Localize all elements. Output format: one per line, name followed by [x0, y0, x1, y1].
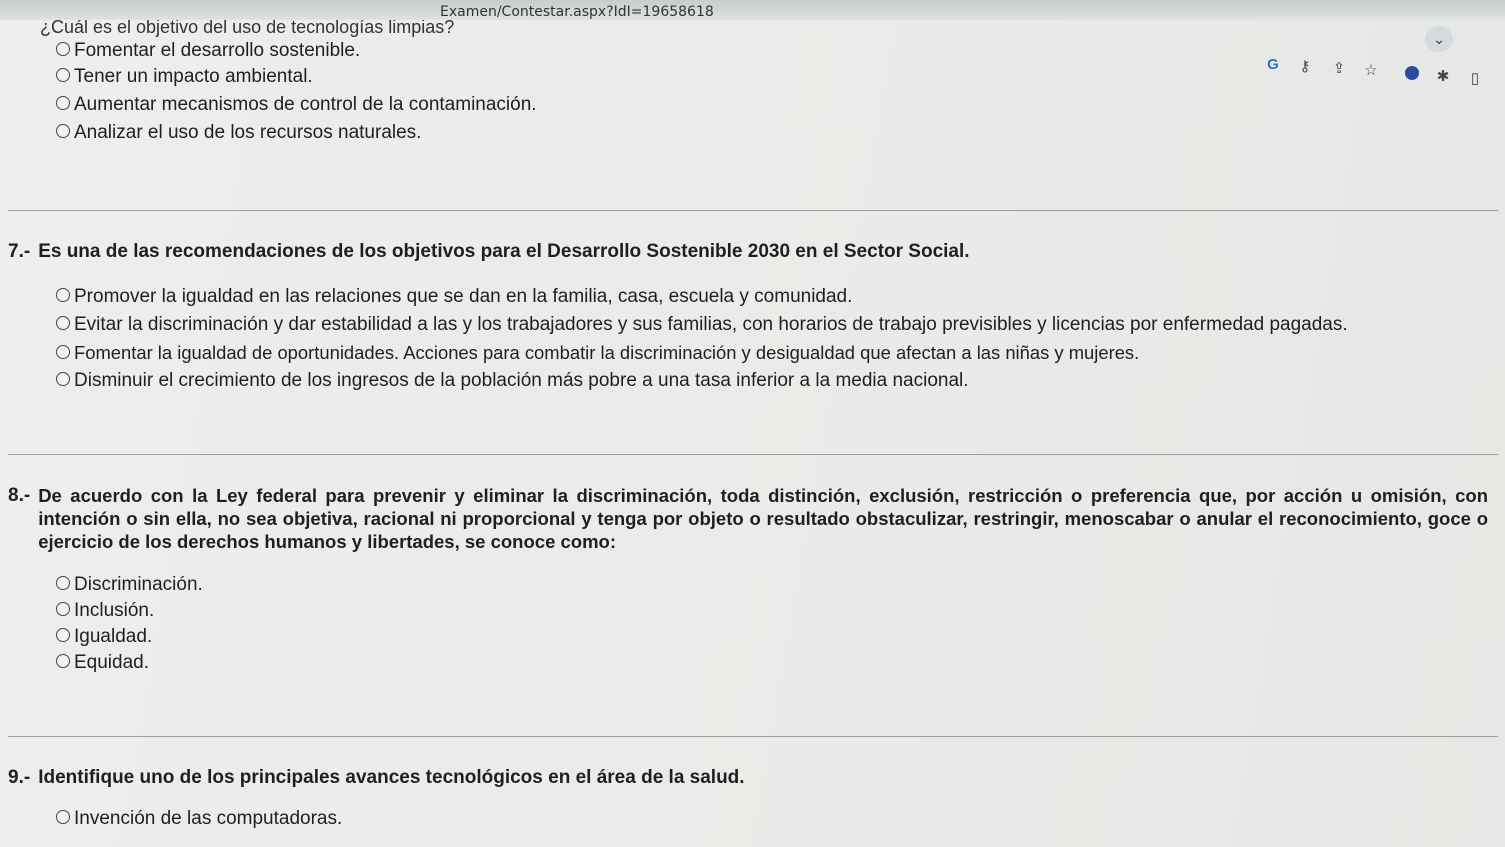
browser-address-bar[interactable]: Examen/Contestar.aspx?IdI=19658618 [0, 0, 1505, 20]
exam-page: ¿Cuál es el objetivo del uso de tecnolog… [0, 17, 1505, 847]
radio-button[interactable] [56, 371, 70, 386]
chevron-down-icon[interactable]: ⌄ [1425, 26, 1453, 52]
option-label: Disminuir el crecimiento de los ingresos… [74, 370, 969, 391]
option-label: Fomentar la igualdad de oportunidades. A… [74, 342, 1140, 363]
question-6-text: ¿Cuál es el objetivo del uso de tecnolog… [40, 17, 455, 37]
q7-option-4[interactable]: Disminuir el crecimiento de los ingresos… [56, 370, 969, 392]
radio-button[interactable] [56, 95, 70, 110]
sidebar-icon[interactable]: ▯ [1464, 68, 1486, 90]
radio-button[interactable] [56, 41, 70, 56]
radio-button[interactable] [56, 315, 70, 330]
option-label: Aumentar mecanismos de control de la con… [74, 94, 537, 115]
option-label: Analizar el uso de los recursos naturale… [74, 122, 422, 143]
separator [8, 736, 1498, 737]
radio-button[interactable] [56, 653, 70, 668]
option-label: Igualdad. [74, 626, 153, 647]
q8-option-1[interactable]: Discriminación. [56, 574, 203, 596]
q7-option-1[interactable]: Promover la igualdad en las relaciones q… [56, 286, 852, 308]
separator [8, 210, 1498, 211]
option-label: Discriminación. [74, 574, 203, 595]
key-icon[interactable]: ⚷ [1294, 56, 1316, 78]
q9-option-1[interactable]: Invención de las computadoras. [56, 808, 342, 830]
question-7: 7.- Es una de las recomendaciones de los … [8, 240, 970, 263]
url-text[interactable]: Examen/Contestar.aspx?IdI=19658618 [440, 4, 714, 20]
question-7-text: Es una de las recomendaciones de los obj… [38, 241, 970, 262]
option-label: Inclusión. [74, 600, 155, 621]
radio-button[interactable] [56, 627, 70, 642]
radio-button[interactable] [56, 345, 70, 360]
profile-icon[interactable] [1405, 66, 1419, 80]
option-label: Fomentar el desarrollo sostenible. [74, 40, 361, 61]
separator [8, 454, 1498, 455]
google-icon[interactable]: G [1262, 54, 1284, 76]
q7-option-3[interactable]: Fomentar la igualdad de oportunidades. A… [56, 342, 1139, 364]
question-8-number: 8.- [8, 485, 31, 506]
q7-option-2[interactable]: Evitar la discriminación y dar estabilid… [56, 314, 1348, 336]
question-9-text: Identifique uno de los principales avanc… [38, 767, 745, 788]
radio-button[interactable] [56, 287, 70, 302]
option-label: Promover la igualdad en las relaciones q… [74, 286, 853, 307]
q8-option-2[interactable]: Inclusión. [56, 600, 154, 622]
q6-option-2[interactable]: Tener un impacto ambiental. [56, 66, 313, 88]
star-icon[interactable]: ☆ [1360, 60, 1382, 82]
radio-button[interactable] [56, 575, 70, 590]
option-label: Equidad. [74, 652, 150, 673]
question-9-number: 9.- [8, 767, 31, 788]
question-7-number: 7.- [8, 241, 31, 262]
option-label: Evitar la discriminación y dar estabilid… [74, 314, 1348, 335]
radio-button[interactable] [56, 809, 70, 824]
radio-button[interactable] [56, 601, 70, 616]
share-icon[interactable]: ⇪ [1328, 58, 1350, 80]
q8-option-3[interactable]: Igualdad. [56, 626, 152, 648]
q6-option-4[interactable]: Analizar el uso de los recursos naturale… [56, 122, 421, 144]
q6-option-3[interactable]: Aumentar mecanismos de control de la con… [56, 94, 537, 116]
radio-button[interactable] [56, 123, 70, 138]
question-8: 8.- De acuerdo con la Ley federal para p… [8, 484, 1488, 553]
question-9: 9.- Identifique uno de los principales av… [8, 766, 745, 789]
question-8-text: De acuerdo con la Ley federal para preve… [38, 485, 1488, 552]
radio-button[interactable] [56, 67, 70, 82]
option-label: Invención de las computadoras. [74, 808, 343, 829]
q8-option-4[interactable]: Equidad. [56, 652, 149, 674]
option-label: Tener un impacto ambiental. [74, 66, 313, 87]
q6-option-1[interactable]: Fomentar el desarrollo sostenible. [56, 40, 360, 62]
extensions-icon[interactable]: ✱ [1432, 66, 1454, 88]
